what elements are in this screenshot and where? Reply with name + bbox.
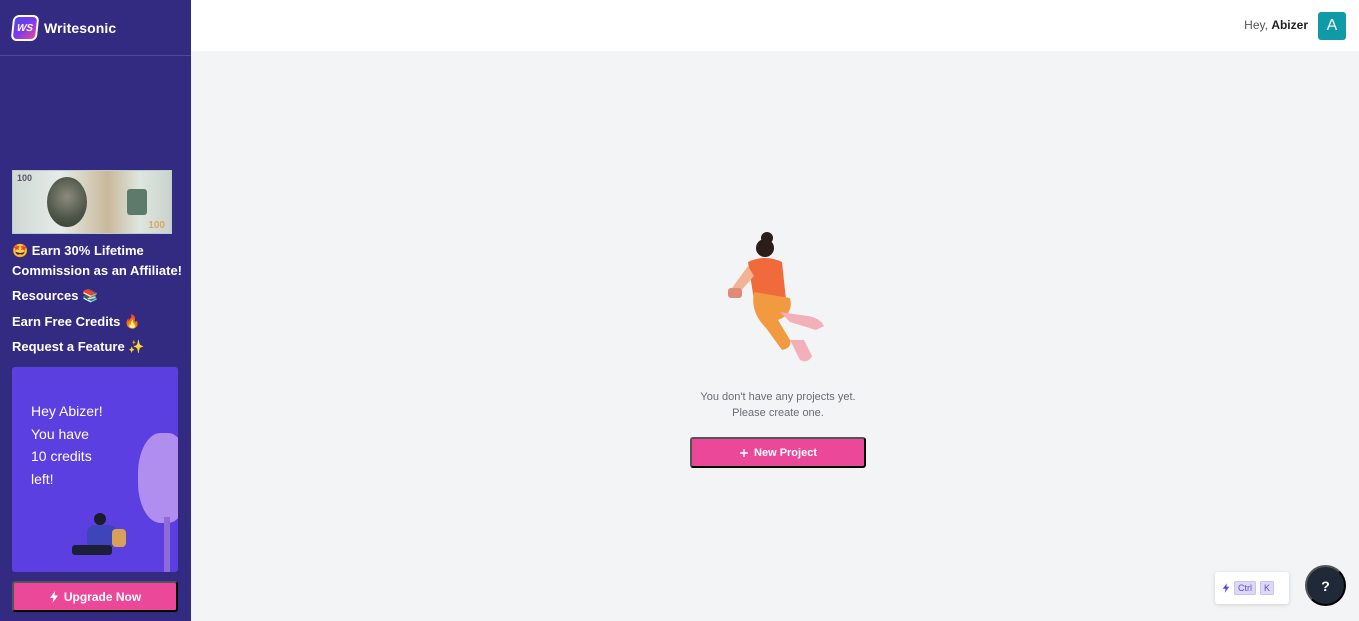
new-project-label: New Project: [754, 446, 817, 459]
sidebar: WS Writesonic 100 100 🤩 Earn 30% Lifetim…: [0, 0, 191, 621]
credits-message: Hey Abizer! You have 10 credits left!: [31, 400, 121, 490]
banner-portrait: [47, 177, 87, 227]
tree-trunk-illustration: [164, 517, 170, 572]
credits-line-1: Hey Abizer!: [31, 403, 103, 419]
new-project-button[interactable]: New Project: [690, 437, 866, 468]
affiliate-link[interactable]: 🤩 Earn 30% Lifetime Commission as an Aff…: [12, 241, 184, 281]
empty-state-line-2: Please create one.: [732, 407, 824, 419]
tree-illustration: [138, 433, 178, 523]
credits-line-2: You have: [31, 425, 89, 442]
k-key: K: [1260, 581, 1275, 595]
plus-icon: [740, 448, 749, 457]
request-feature-link[interactable]: Request a Feature ✨: [12, 337, 145, 357]
ctrl-key: Ctrl: [1234, 581, 1256, 595]
affiliate-banner-image[interactable]: 100 100: [12, 170, 172, 234]
user-greeting: Hey, Abizer: [1244, 18, 1308, 32]
resources-link[interactable]: Resources 📚: [12, 286, 98, 306]
banner-serial-left: 100: [17, 173, 33, 183]
upgrade-now-button[interactable]: Upgrade Now: [12, 581, 178, 612]
earn-credits-link[interactable]: Earn Free Credits 🔥: [12, 312, 140, 332]
avatar[interactable]: A: [1318, 12, 1346, 40]
brand-name: Writesonic: [44, 19, 117, 36]
empty-state-line-1: You don't have any projects yet.: [700, 391, 856, 403]
credits-card: Hey Abizer! You have 10 credits left!: [12, 367, 178, 572]
greeting-prefix: Hey,: [1244, 18, 1268, 32]
banner-serial-right: 100: [148, 220, 165, 231]
floating-person-illustration: [728, 232, 824, 362]
credits-line-4: left!: [31, 470, 54, 487]
top-header: Hey, Abizer A: [191, 0, 1359, 51]
help-button[interactable]: ?: [1305, 565, 1346, 606]
user-name: Abizer: [1271, 18, 1308, 32]
lightning-icon: [1222, 583, 1230, 593]
brand[interactable]: WS Writesonic: [0, 0, 191, 56]
lightning-icon: [49, 590, 58, 603]
command-shortcut[interactable]: Ctrl K: [1215, 572, 1289, 604]
reading-person-illustration: [72, 513, 132, 567]
writesonic-logo-icon: WS: [10, 14, 40, 41]
banner-seal: [127, 189, 147, 215]
credits-line-3: 10 credits: [31, 448, 92, 464]
upgrade-label: Upgrade Now: [63, 589, 142, 604]
